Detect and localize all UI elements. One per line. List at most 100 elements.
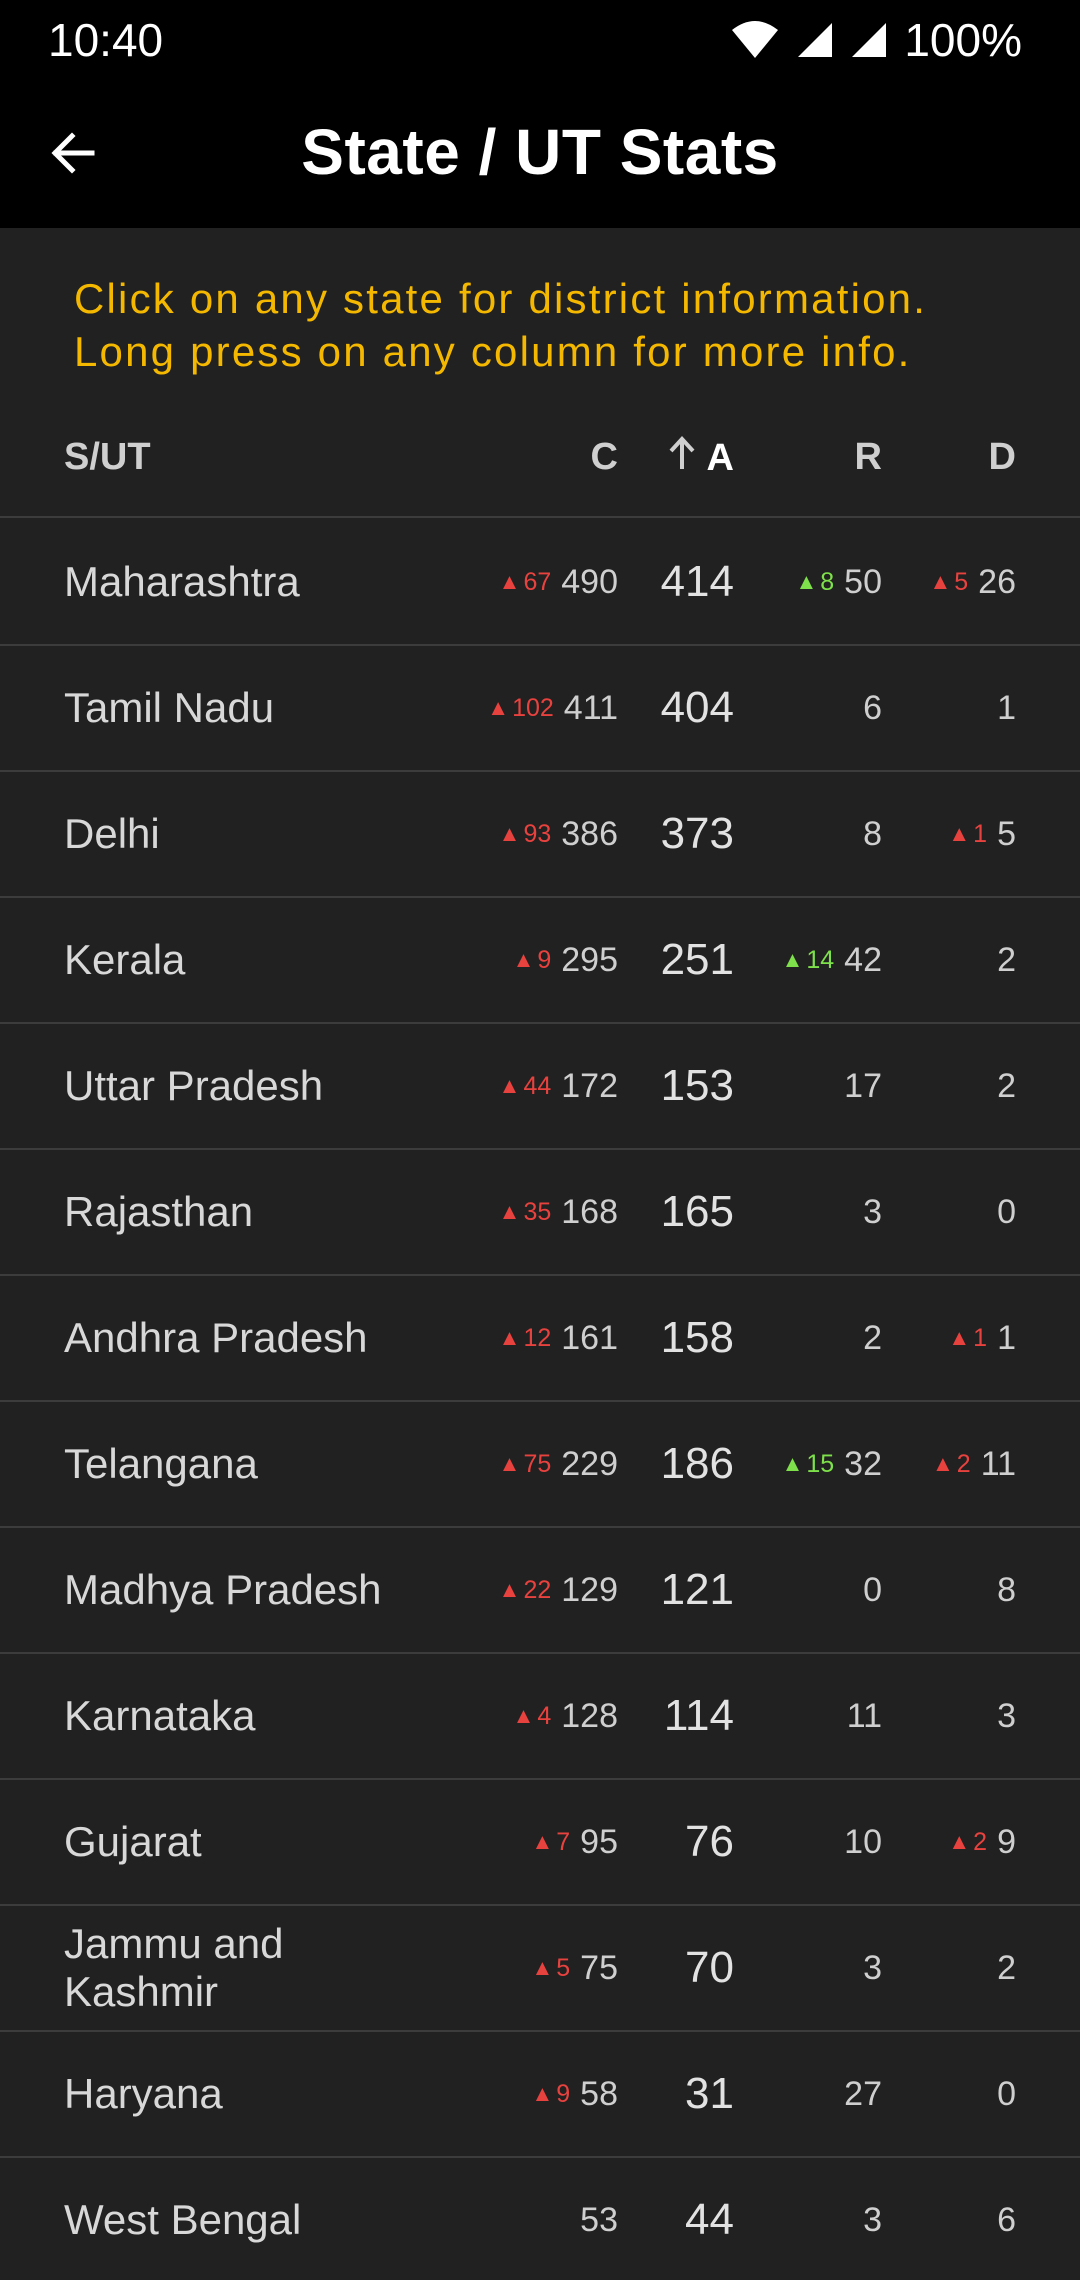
state-name: West Bengal — [64, 2196, 302, 2243]
up-triangle-icon: ▲ — [531, 1829, 554, 1854]
deceased-value: 2 — [997, 1066, 1016, 1105]
up-triangle-icon: ▲ — [498, 1577, 521, 1602]
column-header-active[interactable]: A — [667, 436, 734, 480]
recovered-cell: 6 — [863, 646, 882, 770]
confirmed-delta-value: 12 — [523, 1323, 552, 1352]
state-row[interactable]: Telangana ▲ 75 229 186 ▲ 15 32 ▲ 2 11 — [0, 1402, 1080, 1528]
recovered-value: 3 — [863, 1948, 882, 1987]
confirmed-value: 411 — [563, 688, 618, 727]
state-row[interactable]: Kerala ▲ 9 295 251 ▲ 14 42 2 — [0, 898, 1080, 1024]
confirmed-delta: ▲ 93 — [499, 820, 552, 849]
confirmed-cell: ▲ 44 172 — [499, 1024, 618, 1148]
deceased-delta-value: 5 — [954, 567, 969, 596]
recovered-value: 3 — [863, 1192, 882, 1231]
recovered-value: 17 — [844, 1066, 882, 1105]
deceased-cell: 2 — [997, 898, 1016, 1022]
deceased-value: 6 — [997, 2200, 1016, 2239]
deceased-cell: 2 — [997, 1906, 1016, 2030]
state-row[interactable]: Rajasthan ▲ 35 168 165 3 0 — [0, 1150, 1080, 1276]
state-row[interactable]: Delhi ▲ 93 386 373 8 ▲ 1 5 — [0, 772, 1080, 898]
recovered-cell: 0 — [863, 1528, 882, 1652]
deceased-delta: ▲ 1 — [948, 820, 987, 849]
column-header-deceased[interactable]: D — [989, 436, 1016, 479]
stats-content[interactable]: Click on any state for district informat… — [0, 228, 1080, 2280]
state-row[interactable]: West Bengal 53 44 3 6 — [0, 2158, 1080, 2280]
state-name: Maharashtra — [64, 558, 300, 605]
confirmed-value: 168 — [561, 1192, 618, 1231]
up-triangle-icon: ▲ — [498, 1073, 521, 1098]
state-row[interactable]: Haryana ▲ 9 58 31 27 0 — [0, 2032, 1080, 2158]
deceased-delta: ▲ 5 — [929, 568, 968, 597]
confirmed-delta-value: 93 — [523, 819, 552, 848]
active-value: 44 — [685, 2195, 734, 2244]
deceased-value: 0 — [997, 1192, 1016, 1231]
state-name: Uttar Pradesh — [64, 1062, 324, 1109]
state-name: Telangana — [64, 1440, 258, 1487]
deceased-value: 2 — [997, 940, 1016, 979]
state-row[interactable]: Gujarat ▲ 7 95 76 10 ▲ 2 9 — [0, 1780, 1080, 1906]
recovered-delta-value: 8 — [820, 567, 835, 596]
deceased-cell: 3 — [997, 1654, 1016, 1778]
confirmed-delta-value: 9 — [537, 945, 552, 974]
confirmed-delta-value: 35 — [523, 1197, 552, 1226]
active-value: 70 — [685, 1943, 734, 1992]
deceased-delta-value: 1 — [973, 819, 988, 848]
state-name: Jammu and Kashmir — [64, 1920, 284, 2015]
up-triangle-icon: ▲ — [512, 1703, 535, 1728]
confirmed-value: 129 — [561, 1570, 618, 1609]
state-row[interactable]: Jammu and Kashmir ▲ 5 75 70 3 2 — [0, 1906, 1080, 2032]
active-value: 76 — [685, 1817, 734, 1866]
recovered-value: 27 — [844, 2074, 882, 2113]
state-row[interactable]: Andhra Pradesh ▲ 12 161 158 2 ▲ 1 1 — [0, 1276, 1080, 1402]
confirmed-delta: ▲ 4 — [513, 1702, 552, 1731]
confirmed-delta: ▲ 102 — [487, 694, 554, 723]
recovered-value: 10 — [844, 1822, 882, 1861]
confirmed-value: 295 — [561, 940, 618, 979]
column-header-recovered[interactable]: R — [855, 436, 882, 479]
column-header-confirmed[interactable]: C — [591, 436, 618, 479]
deceased-cell: 0 — [997, 1150, 1016, 1274]
confirmed-cell: ▲ 75 229 — [499, 1402, 618, 1526]
deceased-value: 9 — [997, 1822, 1016, 1861]
deceased-value: 0 — [997, 2074, 1016, 2113]
confirmed-cell: ▲ 35 168 — [499, 1150, 618, 1274]
confirmed-delta: ▲ 67 — [499, 568, 552, 597]
hint-line: Click on any state for district informat… — [74, 275, 928, 322]
active-value: 373 — [660, 809, 734, 858]
up-triangle-icon: ▲ — [531, 2081, 554, 2106]
confirmed-value: 53 — [580, 2200, 618, 2239]
confirmed-delta: ▲ 75 — [499, 1450, 552, 1479]
active-value: 114 — [663, 1691, 734, 1740]
state-row[interactable]: Madhya Pradesh ▲ 22 129 121 0 8 — [0, 1528, 1080, 1654]
hint-text: Click on any state for district informat… — [74, 272, 1034, 378]
state-row[interactable]: Uttar Pradesh ▲ 44 172 153 17 2 — [0, 1024, 1080, 1150]
deceased-value: 5 — [997, 814, 1016, 853]
confirmed-delta-value: 9 — [556, 2079, 571, 2108]
deceased-cell: 8 — [997, 1528, 1016, 1652]
state-row[interactable]: Karnataka ▲ 4 128 114 11 3 — [0, 1654, 1080, 1780]
confirmed-delta-value: 44 — [523, 1071, 552, 1100]
state-row[interactable]: Maharashtra ▲ 67 490 414 ▲ 8 50 ▲ 5 26 — [0, 520, 1080, 646]
confirmed-value: 161 — [561, 1318, 618, 1357]
recovered-cell: 8 — [863, 772, 882, 896]
state-name: Madhya Pradesh — [64, 1566, 382, 1613]
confirmed-value: 490 — [561, 562, 618, 601]
deceased-delta-value: 2 — [956, 1449, 971, 1478]
state-name: Rajasthan — [64, 1188, 254, 1235]
status-bar: 10:40 100% — [0, 0, 1080, 80]
column-header-state[interactable]: S/UT — [64, 436, 151, 479]
state-row[interactable]: Tamil Nadu ▲ 102 411 404 6 1 — [0, 646, 1080, 772]
confirmed-value: 128 — [561, 1696, 618, 1735]
up-triangle-icon: ▲ — [498, 1199, 521, 1224]
up-triangle-icon: ▲ — [498, 1325, 521, 1350]
active-cell: 31 — [685, 2032, 734, 2156]
state-name: Andhra Pradesh — [64, 1314, 368, 1361]
up-triangle-icon: ▲ — [929, 569, 952, 594]
active-cell: 251 — [661, 898, 734, 1022]
deceased-cell: ▲ 2 9 — [948, 1780, 1016, 1904]
deceased-value: 3 — [997, 1696, 1016, 1735]
recovered-value: 0 — [863, 1570, 882, 1609]
confirmed-delta: ▲ 7 — [531, 1828, 570, 1857]
active-cell: 153 — [661, 1024, 734, 1148]
column-header-active-label: A — [706, 436, 734, 479]
